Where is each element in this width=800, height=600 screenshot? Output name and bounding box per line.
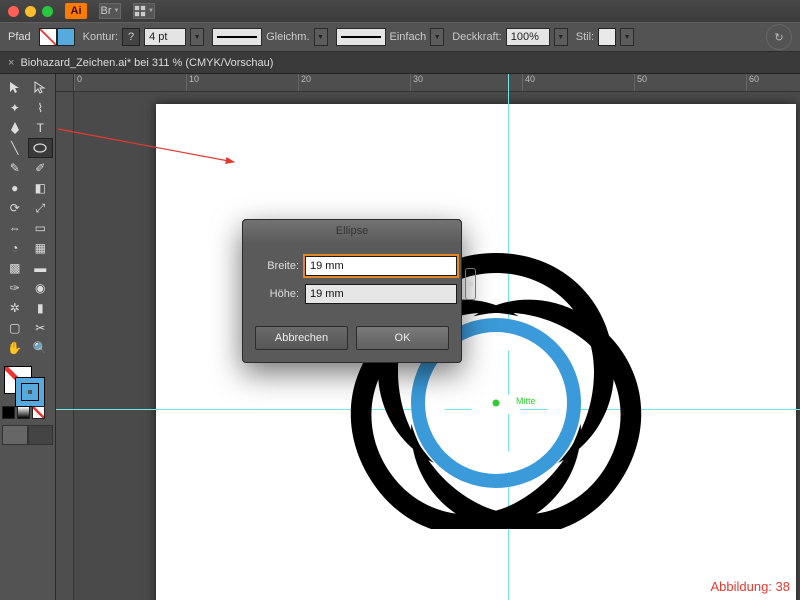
window-titlebar: Ai Br xyxy=(0,0,800,22)
document-title: Biohazard_Zeichen.ai* bei 311 % (CMYK/Vo… xyxy=(20,57,273,69)
style-dropdown[interactable] xyxy=(620,28,634,46)
screen-mode-normal[interactable] xyxy=(2,425,28,445)
horizontal-ruler[interactable]: 0 10 20 30 40 50 60 xyxy=(74,74,800,92)
constrain-proportions-button[interactable]: ⚭ xyxy=(465,268,476,300)
screen-mode-full[interactable] xyxy=(28,425,54,445)
magic-wand-tool[interactable]: ✦ xyxy=(2,98,28,118)
control-panel: Pfad Kontur: ? Gleichm. Einfach Deckkraf… xyxy=(0,22,800,52)
artboard-tool[interactable]: ▢ xyxy=(2,318,28,338)
height-input[interactable] xyxy=(305,284,457,304)
stroke-weight-dropdown[interactable] xyxy=(190,28,204,46)
style-label: Stil: xyxy=(576,31,594,43)
var-width-profile[interactable]: Gleichm. xyxy=(212,28,327,46)
canvas-area[interactable]: 0 10 20 30 40 50 60 Mitte xyxy=(56,74,800,600)
lasso-tool[interactable]: ⌇ xyxy=(28,98,54,118)
opacity-label: Deckkraft: xyxy=(452,31,502,43)
scale-tool[interactable]: ⤢ xyxy=(28,198,54,218)
bridge-button[interactable]: Br xyxy=(99,3,121,19)
shape-builder-tool[interactable]: ◔ xyxy=(2,238,28,258)
height-label: Höhe: xyxy=(255,288,299,300)
type-tool[interactable]: T xyxy=(28,118,54,138)
direct-selection-tool[interactable] xyxy=(28,78,54,98)
fill-stroke-swatches[interactable] xyxy=(39,28,75,46)
line-tool[interactable]: ╲ xyxy=(2,138,28,158)
arrange-documents-button[interactable] xyxy=(133,3,155,19)
stroke-help-icon[interactable]: ? xyxy=(122,28,140,46)
var-width-dropdown[interactable] xyxy=(314,28,328,46)
ruler-origin[interactable] xyxy=(56,74,74,92)
brush-dropdown[interactable] xyxy=(430,28,444,46)
anchor-point-icon xyxy=(493,400,500,407)
eyedropper-tool[interactable]: ✑ xyxy=(2,278,28,298)
free-transform-tool[interactable]: ▭ xyxy=(28,218,54,238)
brush-definition[interactable]: Einfach xyxy=(336,28,445,46)
close-tab-icon[interactable]: × xyxy=(8,57,14,69)
pen-tool[interactable] xyxy=(2,118,28,138)
rotate-tool[interactable]: ⟳ xyxy=(2,198,28,218)
blend-tool[interactable]: ◉ xyxy=(28,278,54,298)
color-mode-solid[interactable] xyxy=(2,406,15,419)
style-field: Stil: xyxy=(576,28,634,46)
fill-swatch[interactable] xyxy=(39,28,57,46)
style-swatch[interactable] xyxy=(598,28,616,46)
screen-mode-row xyxy=(2,425,53,445)
figure-caption: Abbildung: 38 xyxy=(710,579,790,594)
stroke-swatch[interactable] xyxy=(57,28,75,46)
stroke-label: Kontur: xyxy=(83,31,118,43)
fill-stroke-well[interactable] xyxy=(2,364,46,404)
dialog-title[interactable]: Ellipse xyxy=(243,220,461,242)
color-mode-none[interactable] xyxy=(32,406,45,419)
blob-brush-tool[interactable]: ● xyxy=(2,178,28,198)
tools-panel: ✦ ⌇ T ╲ ✎ ✐ ● ◧ ⟳ ⤢ ⇔ ▭ ◔ ▦ xyxy=(0,74,56,600)
slice-tool[interactable]: ✂ xyxy=(28,318,54,338)
color-mode-gradient[interactable] xyxy=(17,406,30,419)
paintbrush-tool[interactable]: ✎ xyxy=(2,158,28,178)
refresh-icon: ↻ xyxy=(774,31,783,44)
mesh-tool[interactable]: ▩ xyxy=(2,258,28,278)
width-tool[interactable]: ⇔ xyxy=(2,218,28,238)
brush-preview-icon xyxy=(336,28,386,46)
gradient-tool[interactable]: ▬ xyxy=(28,258,54,278)
minimize-window-button[interactable] xyxy=(25,6,36,17)
zoom-tool[interactable]: 🔍 xyxy=(28,338,54,358)
stroke-preview-icon xyxy=(212,28,262,46)
zoom-window-button[interactable] xyxy=(42,6,53,17)
color-mode-row xyxy=(2,406,53,419)
recolor-artwork-button[interactable]: ↻ xyxy=(766,24,792,50)
link-icon: ⚭ xyxy=(466,278,475,291)
stroke-color[interactable] xyxy=(16,378,44,406)
symbol-sprayer-tool[interactable]: ✲ xyxy=(2,298,28,318)
column-graph-tool[interactable]: ▮ xyxy=(28,298,54,318)
grid-icon xyxy=(134,5,146,17)
selection-type-label: Pfad xyxy=(8,31,31,43)
opacity-input[interactable] xyxy=(506,28,550,46)
ok-button[interactable]: OK xyxy=(356,326,449,350)
opacity-field: Deckkraft: xyxy=(452,28,568,46)
width-input[interactable] xyxy=(305,256,457,276)
close-window-button[interactable] xyxy=(8,6,19,17)
opacity-dropdown[interactable] xyxy=(554,28,568,46)
width-label: Breite: xyxy=(255,260,299,272)
document-tab[interactable]: × Biohazard_Zeichen.ai* bei 311 % (CMYK/… xyxy=(0,52,800,74)
selection-tool[interactable] xyxy=(2,78,28,98)
eraser-tool[interactable]: ◧ xyxy=(28,178,54,198)
ellipse-tool[interactable] xyxy=(28,138,54,158)
ellipse-dialog: Ellipse Breite: Höhe: ⚭ xyxy=(242,219,462,363)
vertical-ruler[interactable] xyxy=(56,92,74,600)
app-icon: Ai xyxy=(65,3,87,19)
pencil-tool[interactable]: ✐ xyxy=(28,158,54,178)
perspective-grid-tool[interactable]: ▦ xyxy=(28,238,54,258)
hand-tool[interactable]: ✋ xyxy=(2,338,28,358)
cancel-button[interactable]: Abbrechen xyxy=(255,326,348,350)
stroke-weight-input[interactable] xyxy=(144,28,186,46)
stroke-weight-field: Kontur: ? xyxy=(83,28,204,46)
window-controls xyxy=(8,6,53,17)
